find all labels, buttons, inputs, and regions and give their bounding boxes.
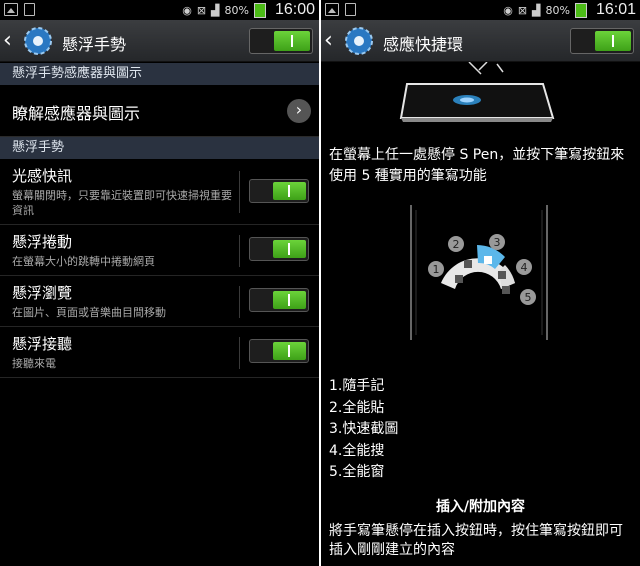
learn-sensors-label: 瞭解感應器與圖示 bbox=[12, 104, 141, 123]
gesture-title: 懸浮接聽 bbox=[12, 335, 73, 353]
back-arrow-icon[interactable]: ‹ bbox=[3, 29, 21, 53]
master-switch[interactable] bbox=[249, 28, 313, 54]
signal-icon: ▟ bbox=[211, 3, 220, 17]
insert-description: 將手寫筆懸停在插入按鈕時，按住筆寫按鈕即可插入剛剛建立的內容 bbox=[329, 523, 623, 558]
signal-icon: ▟ bbox=[532, 3, 541, 17]
gesture-description: 螢幕關閉時，只要靠近裝置即可快速掃視重要資訊 bbox=[12, 189, 232, 217]
air-command-menu-illustration: 1 2 3 4 5 bbox=[410, 205, 548, 340]
tablet-hover-illustration bbox=[399, 62, 555, 122]
menu-number: 1 bbox=[433, 263, 440, 276]
clock: 16:01 bbox=[595, 1, 636, 18]
chevron-right-icon[interactable]: › bbox=[287, 99, 311, 123]
section-header-gestures: 懸浮手勢 bbox=[0, 137, 319, 159]
gesture-row-air-call-accept[interactable]: 懸浮接聽 接聽來電 bbox=[0, 327, 319, 378]
gesture-description: 接聽來電 bbox=[12, 357, 56, 370]
battery-icon bbox=[574, 2, 587, 18]
document-notification-icon bbox=[24, 3, 35, 16]
battery-percent: 80% bbox=[545, 3, 570, 17]
quick-glance-switch[interactable] bbox=[249, 179, 309, 203]
insert-heading: 插入/附加內容 bbox=[435, 499, 526, 515]
gesture-description: 在螢幕大小的跳轉中捲動網頁 bbox=[12, 255, 155, 268]
document-notification-icon bbox=[345, 3, 356, 16]
gear-icon bbox=[24, 27, 52, 55]
master-switch[interactable] bbox=[570, 28, 634, 54]
status-bar: ◉ ⊠ ▟ 80% 16:00 bbox=[0, 0, 319, 20]
menu-number: 2 bbox=[453, 238, 460, 251]
gesture-row-air-browse[interactable]: 懸浮瀏覽 在圖片、頁面或音樂曲目間移動 bbox=[0, 276, 319, 327]
action-bar: ‹ 感應快捷環 bbox=[321, 20, 640, 62]
menu-number: 4 bbox=[521, 261, 528, 274]
page-title: 懸浮手勢 bbox=[62, 35, 127, 54]
gesture-title: 光感快訊 bbox=[12, 167, 73, 185]
gesture-title: 懸浮瀏覽 bbox=[12, 284, 73, 302]
mute-icon: ⊠ bbox=[196, 3, 207, 17]
air-browse-switch[interactable] bbox=[249, 288, 309, 312]
left-screen: ◉ ⊠ ▟ 80% 16:00 ‹ 懸浮手勢 懸浮手勢感應器與圖示 瞭解感應器與… bbox=[0, 0, 319, 566]
menu-number: 5 bbox=[525, 291, 532, 304]
right-screen: ◉ ⊠ ▟ 80% 16:01 ‹ 感應快捷環 在螢幕上任一處懸停 S Pen，… bbox=[321, 0, 640, 566]
list-item: 4.全能搜 bbox=[329, 442, 385, 459]
section-header-sensors: 懸浮手勢感應器與圖示 bbox=[0, 63, 319, 85]
status-bar: ◉ ⊠ ▟ 80% 16:01 bbox=[321, 0, 640, 20]
eye-icon: ◉ bbox=[182, 3, 192, 17]
gesture-title: 懸浮捲動 bbox=[12, 233, 73, 251]
clock: 16:00 bbox=[274, 1, 315, 18]
mute-icon: ⊠ bbox=[517, 3, 528, 17]
instruction-text: 在螢幕上任一處懸停 S Pen，並按下筆寫按鈕來使用 5 種實用的筆寫功能 bbox=[329, 147, 625, 184]
air-call-accept-switch[interactable] bbox=[249, 339, 309, 363]
air-scroll-switch[interactable] bbox=[249, 237, 309, 261]
gear-icon bbox=[345, 27, 373, 55]
action-bar: ‹ 懸浮手勢 bbox=[0, 20, 319, 62]
eye-icon: ◉ bbox=[503, 3, 513, 17]
list-item: 3.快速截圖 bbox=[329, 421, 399, 437]
gesture-row-quick-glance[interactable]: 光感快訊 螢幕關閉時，只要靠近裝置即可快速掃視重要資訊 bbox=[0, 159, 319, 225]
gesture-row-air-scroll[interactable]: 懸浮捲動 在螢幕大小的跳轉中捲動網頁 bbox=[0, 225, 319, 276]
page-title: 感應快捷環 bbox=[383, 35, 464, 54]
battery-percent: 80% bbox=[224, 3, 249, 17]
gallery-notification-icon bbox=[325, 3, 339, 16]
menu-number: 3 bbox=[494, 236, 501, 249]
list-item: 1.隨手記 bbox=[329, 378, 385, 394]
gallery-notification-icon bbox=[4, 3, 18, 16]
feature-list: 1.隨手記 2.全能貼 3.快速截圖 4.全能搜 5.全能窗 bbox=[329, 376, 398, 484]
list-item: 2.全能貼 bbox=[329, 399, 385, 416]
list-item: 5.全能窗 bbox=[329, 464, 385, 480]
back-arrow-icon[interactable]: ‹ bbox=[324, 29, 342, 53]
gesture-description: 在圖片、頁面或音樂曲目間移動 bbox=[12, 306, 166, 319]
battery-icon bbox=[253, 2, 266, 18]
learn-sensors-item[interactable]: 瞭解感應器與圖示 › bbox=[0, 85, 319, 137]
